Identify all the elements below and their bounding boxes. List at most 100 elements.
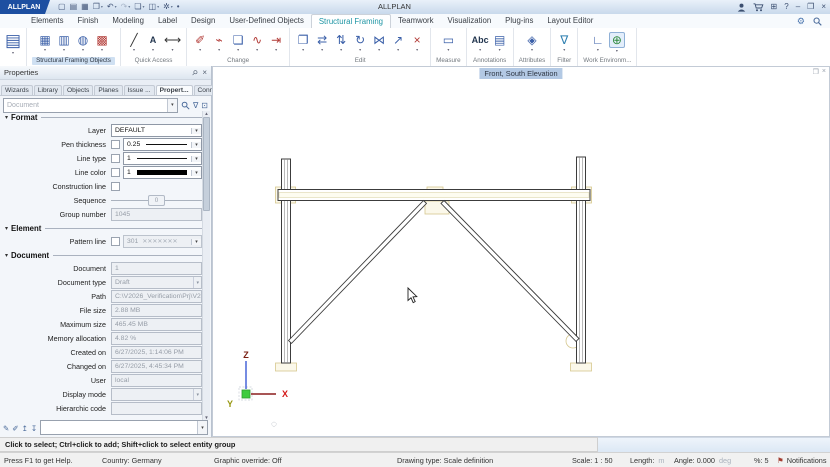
close-view-icon[interactable]: ×	[822, 68, 826, 76]
axis-system-icon[interactable]: ▾	[590, 33, 606, 52]
view-title[interactable]: Front, South Elevation	[479, 68, 562, 79]
dimension-icon[interactable]: ▾	[164, 33, 181, 52]
line-icon[interactable]: ▾	[126, 33, 142, 52]
chevron-down-icon[interactable]	[191, 239, 201, 245]
open-icon[interactable]	[70, 2, 78, 12]
move-elements-icon[interactable]: ▾	[268, 33, 284, 52]
diagonal-brace[interactable]	[441, 201, 579, 342]
menu-tab[interactable]: Label	[151, 14, 184, 28]
load-favorite-icon[interactable]	[22, 424, 28, 433]
search-icon[interactable]	[181, 101, 190, 110]
panel-tab[interactable]: Objects	[63, 85, 93, 95]
match-properties-icon[interactable]	[3, 424, 9, 433]
gear-icon[interactable]: ⚙	[797, 16, 805, 27]
float-view-icon[interactable]: ❐	[813, 68, 819, 76]
collapse-icon[interactable]: ▾	[5, 252, 8, 259]
tools-icon[interactable]	[163, 2, 173, 12]
chevron-down-icon[interactable]	[167, 99, 177, 112]
favorite-combo[interactable]	[40, 420, 208, 435]
favorite-input[interactable]	[41, 421, 197, 434]
new-document-icon[interactable]	[58, 2, 66, 12]
steel-column[interactable]	[577, 157, 586, 363]
navigation-compass-icon[interactable]: ◌	[271, 419, 277, 430]
menu-tab[interactable]: Modeling	[105, 14, 151, 28]
section-format[interactable]: ▾ Format	[2, 111, 202, 124]
pattern-line-dropdown[interactable]: 301	[123, 235, 202, 248]
rotate-icon[interactable]: ▾	[352, 33, 368, 52]
layer-dropdown[interactable]: DEFAULT	[111, 124, 202, 137]
menu-tab[interactable]: Visualization	[441, 14, 499, 28]
pen-thickness-dropdown[interactable]: 0.25	[123, 138, 202, 151]
braced-framing-icon[interactable]: ▾	[94, 33, 110, 52]
chevron-down-icon[interactable]	[197, 421, 207, 434]
save-favorite-icon[interactable]	[31, 424, 37, 433]
properties-palette-icon[interactable]: ▾	[5, 31, 21, 55]
settings-icon[interactable]: ⊡	[201, 101, 208, 110]
steel-beam[interactable]	[278, 190, 590, 201]
close-panel-icon[interactable]: ×	[202, 68, 207, 77]
text-icon[interactable]: ▾	[145, 33, 161, 52]
resize-icon[interactable]: ▾	[390, 33, 406, 52]
circular-framing-icon[interactable]: ▾	[75, 33, 91, 52]
line-type-dropdown[interactable]: 1	[123, 152, 202, 165]
edit-page-icon[interactable]: ▾	[230, 33, 246, 52]
menu-tab[interactable]: User-Defined Objects	[222, 14, 311, 28]
panel-tab[interactable]: Propert...	[156, 85, 193, 95]
menu-tab[interactable]: Structural Framing	[311, 14, 391, 29]
panels-layout-icon[interactable]	[771, 2, 778, 12]
attribute-tags-icon[interactable]: ▾	[524, 33, 540, 52]
save-icon[interactable]	[81, 2, 89, 12]
legend-icon[interactable]: ▾	[492, 33, 508, 52]
menu-tab[interactable]: Layout Editor	[540, 14, 600, 28]
more-commands-icon[interactable]	[177, 2, 180, 12]
panel-tab[interactable]: Library	[34, 85, 62, 95]
filter-funnel-icon[interactable]: ▾	[556, 33, 572, 52]
align-vertical-icon[interactable]: ▾	[333, 33, 349, 52]
panel-tab[interactable]: Planes	[94, 85, 122, 95]
chevron-down-icon[interactable]	[191, 156, 201, 162]
undo-icon[interactable]	[107, 2, 117, 12]
construction-line-checkbox[interactable]	[111, 182, 120, 191]
pen-thickness-checkbox[interactable]	[111, 140, 120, 149]
restore-icon[interactable]	[807, 2, 814, 12]
section-element[interactable]: ▾ Element	[2, 222, 202, 235]
panel-tab[interactable]: Wizards	[1, 85, 33, 95]
transfer-properties-icon[interactable]	[12, 424, 18, 433]
user-icon[interactable]	[737, 3, 746, 12]
copy-icon[interactable]: ▾	[295, 33, 311, 52]
document-filter-input[interactable]	[4, 99, 167, 112]
drawing-canvas[interactable]: Z X Y	[213, 67, 829, 436]
scroll-up-icon[interactable]: ▲	[204, 111, 208, 116]
column-objects-icon[interactable]: ▾	[56, 33, 72, 52]
diagonal-brace[interactable]	[289, 201, 427, 344]
modify-line-icon[interactable]: ▾	[249, 33, 265, 52]
help-icon[interactable]	[784, 2, 788, 12]
pattern-line-checkbox[interactable]	[111, 237, 120, 246]
stretch-entities-icon[interactable]: ▾	[211, 33, 227, 52]
menu-tab[interactable]: Teamwork	[391, 14, 441, 28]
chevron-down-icon[interactable]	[191, 170, 201, 176]
collapse-icon[interactable]: ▾	[5, 225, 8, 232]
line-color-dropdown[interactable]: 1	[123, 166, 202, 179]
sequence-slider-thumb[interactable]: 0	[148, 195, 165, 206]
collapse-icon[interactable]: ▾	[5, 114, 8, 121]
close-icon[interactable]	[821, 2, 826, 12]
steel-grid-icon[interactable]: ▾	[37, 33, 53, 52]
chevron-down-icon[interactable]	[191, 142, 201, 148]
measure-ruler-icon[interactable]: ▾	[440, 33, 456, 52]
section-document[interactable]: ▾ Document	[2, 249, 202, 262]
pin-icon[interactable]: ⚲	[190, 68, 199, 77]
menu-tab[interactable]: Elements	[24, 14, 71, 28]
line-type-checkbox[interactable]	[111, 154, 120, 163]
chevron-down-icon[interactable]	[191, 128, 201, 134]
mirror-icon[interactable]: ▾	[371, 33, 387, 52]
clipboard-icon[interactable]	[134, 2, 144, 12]
delete-icon[interactable]: ▾	[409, 33, 425, 52]
filter-icon[interactable]: ∇	[193, 101, 198, 110]
menu-tab[interactable]: Design	[184, 14, 222, 28]
redo-icon[interactable]	[121, 2, 131, 12]
modify-pen-icon[interactable]: ▾	[192, 33, 208, 52]
align-horizontal-icon[interactable]: ▾	[314, 33, 330, 52]
menu-tab[interactable]: Plug-ins	[498, 14, 540, 28]
drawing-viewport[interactable]: Front, South Elevation ❐ × ◌	[212, 66, 830, 437]
